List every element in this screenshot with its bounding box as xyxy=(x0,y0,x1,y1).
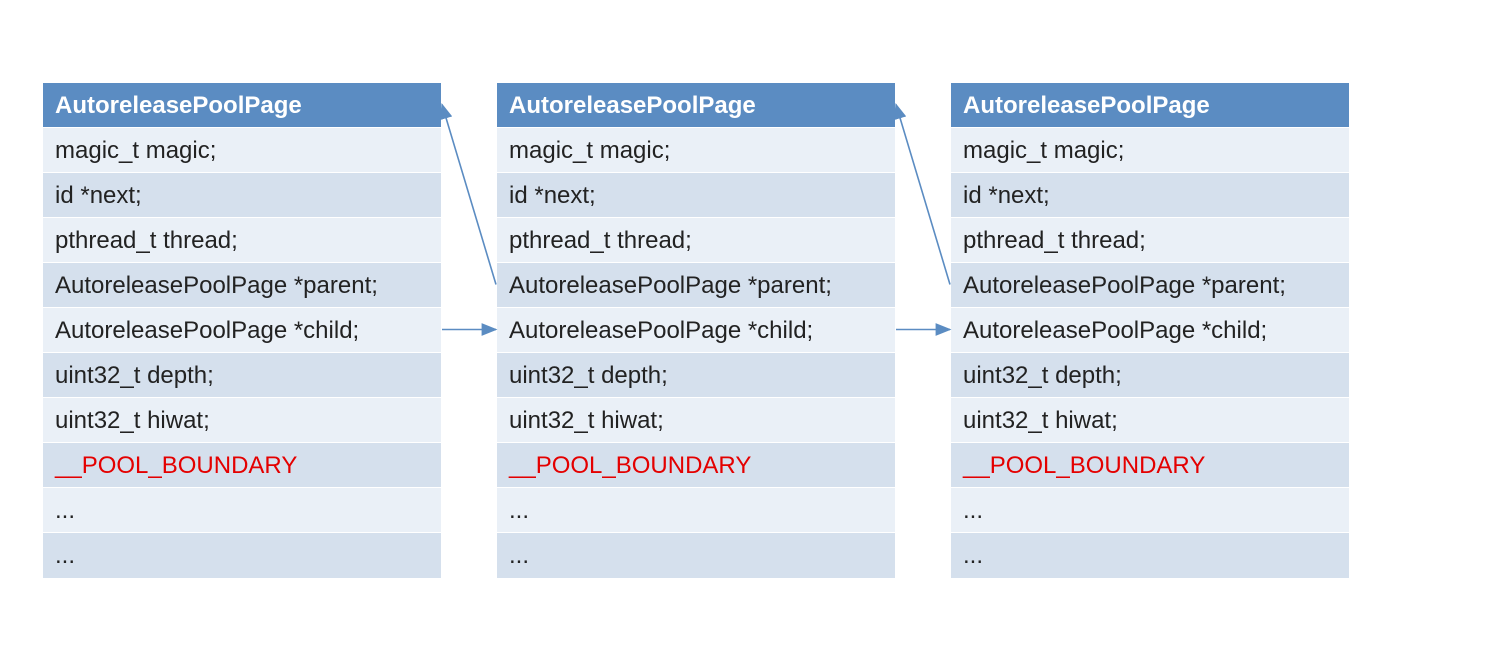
table-row: id *next; xyxy=(43,173,441,218)
pool-page-table: AutoreleasePoolPagemagic_t magic;id *nex… xyxy=(42,82,442,579)
table-row: pthread_t thread; xyxy=(951,218,1349,263)
table-row: AutoreleasePoolPage *parent; xyxy=(951,263,1349,308)
table-header: AutoreleasePoolPage xyxy=(497,83,895,128)
table-row: uint32_t hiwat; xyxy=(43,398,441,443)
table-row: uint32_t depth; xyxy=(497,353,895,398)
pointer-arrow xyxy=(896,105,950,285)
table-row: magic_t magic; xyxy=(43,128,441,173)
table-row: magic_t magic; xyxy=(951,128,1349,173)
table-row: uint32_t depth; xyxy=(951,353,1349,398)
table-row: pthread_t thread; xyxy=(497,218,895,263)
table-row: __POOL_BOUNDARY xyxy=(497,443,895,488)
table-row: ... xyxy=(951,488,1349,533)
table-row: AutoreleasePoolPage *child; xyxy=(497,308,895,353)
table-row: ... xyxy=(497,488,895,533)
table-row: ... xyxy=(43,533,441,578)
table-row: ... xyxy=(43,488,441,533)
table-header: AutoreleasePoolPage xyxy=(43,83,441,128)
pointer-arrow xyxy=(442,105,496,285)
table-row: uint32_t depth; xyxy=(43,353,441,398)
pool-page-table: AutoreleasePoolPagemagic_t magic;id *nex… xyxy=(496,82,896,579)
diagram-canvas: AutoreleasePoolPagemagic_t magic;id *nex… xyxy=(0,0,1486,652)
table-row: pthread_t thread; xyxy=(43,218,441,263)
table-row: __POOL_BOUNDARY xyxy=(43,443,441,488)
table-row: ... xyxy=(497,533,895,578)
table-row: uint32_t hiwat; xyxy=(951,398,1349,443)
table-row: magic_t magic; xyxy=(497,128,895,173)
table-header: AutoreleasePoolPage xyxy=(951,83,1349,128)
table-row: uint32_t hiwat; xyxy=(497,398,895,443)
table-row: AutoreleasePoolPage *child; xyxy=(951,308,1349,353)
table-row: __POOL_BOUNDARY xyxy=(951,443,1349,488)
pool-page-table: AutoreleasePoolPagemagic_t magic;id *nex… xyxy=(950,82,1350,579)
table-row: AutoreleasePoolPage *parent; xyxy=(497,263,895,308)
table-row: id *next; xyxy=(951,173,1349,218)
table-row: ... xyxy=(951,533,1349,578)
table-row: AutoreleasePoolPage *child; xyxy=(43,308,441,353)
table-row: id *next; xyxy=(497,173,895,218)
table-row: AutoreleasePoolPage *parent; xyxy=(43,263,441,308)
